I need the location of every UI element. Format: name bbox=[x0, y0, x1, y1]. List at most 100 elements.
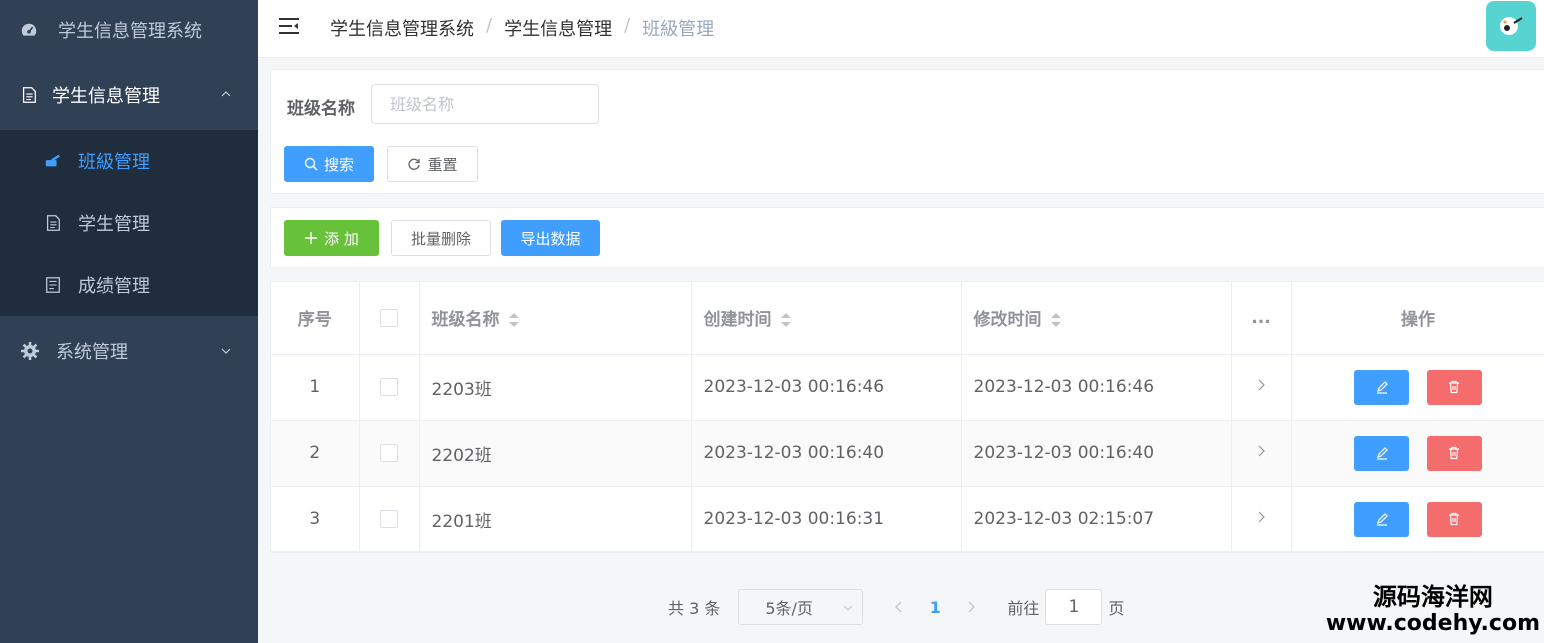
table-row: 3 2201班 2023-12-03 00:16:31 2023-12-03 0… bbox=[271, 486, 1544, 553]
goto-page-input[interactable] bbox=[1045, 589, 1103, 625]
dashboard-icon bbox=[21, 23, 37, 36]
breadcrumb-separator: / bbox=[624, 15, 631, 36]
class-table: 序号 班级名称 创建时间 修改时间 ... 操作 1 2203班 2023-12… bbox=[270, 281, 1544, 553]
document-icon bbox=[22, 87, 36, 103]
breadcrumb-current: 班級管理 bbox=[642, 19, 715, 40]
page-size-select[interactable]: 5条/页 bbox=[738, 589, 864, 625]
chevron-right-icon[interactable] bbox=[1256, 378, 1266, 392]
table-header-row: 序号 班级名称 创建时间 修改时间 ... 操作 bbox=[271, 282, 1544, 355]
trash-icon bbox=[1449, 380, 1460, 394]
sidebar-item-label: 学生管理 bbox=[78, 214, 150, 235]
goto-label: 前往 bbox=[1007, 599, 1040, 618]
edit-icon bbox=[1376, 513, 1388, 526]
edit-button[interactable] bbox=[1354, 435, 1410, 471]
chevron-left-icon bbox=[895, 601, 902, 613]
gear-icon bbox=[21, 342, 39, 360]
avatar-image bbox=[1500, 17, 1523, 35]
batch-delete-button[interactable]: 批量删除 bbox=[391, 220, 491, 256]
sidebar-menu-student-info[interactable]: 学生信息管理 bbox=[0, 60, 258, 130]
file-icon bbox=[46, 215, 60, 231]
sidebar-brand[interactable]: 学生信息管理系统 bbox=[0, 0, 258, 60]
cell-modified: 2023-12-03 00:16:40 bbox=[961, 420, 1232, 487]
watermark: 源码海洋网 www.codehy.com bbox=[1326, 583, 1540, 637]
column-header-name[interactable]: 班级名称 bbox=[419, 282, 692, 355]
search-panel: 班级名称 搜索 重置 bbox=[270, 69, 1544, 194]
cell-created: 2023-12-03 00:16:46 bbox=[691, 354, 962, 421]
next-page-button[interactable] bbox=[959, 589, 983, 625]
breadcrumb-item[interactable]: 学生信息管理系统 bbox=[330, 15, 474, 41]
select-all-checkbox[interactable] bbox=[380, 308, 398, 327]
cell-created: 2023-12-03 00:16:31 bbox=[691, 486, 962, 553]
delete-button[interactable] bbox=[1426, 369, 1482, 405]
sort-icon[interactable] bbox=[508, 311, 520, 329]
toolbar-panel: 添 加 批量删除 导出数据 bbox=[270, 207, 1544, 268]
column-header-select bbox=[359, 282, 420, 355]
batch-delete-label: 批量删除 bbox=[410, 229, 471, 248]
cell-actions bbox=[1291, 354, 1544, 421]
class-icon bbox=[45, 154, 61, 167]
breadcrumb-item[interactable]: 学生信息管理 bbox=[504, 15, 612, 41]
sidebar-item-class[interactable]: 班級管理 bbox=[0, 130, 258, 192]
cell-expand bbox=[1231, 420, 1292, 487]
edit-button[interactable] bbox=[1354, 369, 1410, 405]
sidebar-menu-system[interactable]: 系统管理 bbox=[0, 316, 258, 386]
row-checkbox[interactable] bbox=[380, 378, 398, 396]
row-checkbox[interactable] bbox=[380, 444, 398, 462]
table-row: 1 2203班 2023-12-03 00:16:46 2023-12-03 0… bbox=[271, 354, 1544, 421]
sidebar-system-label: 系统管理 bbox=[56, 342, 128, 363]
report-icon bbox=[46, 277, 60, 293]
sidebar-item-label: 班級管理 bbox=[78, 152, 150, 173]
chevron-down-icon bbox=[843, 605, 853, 611]
sidebar: 学生信息管理系统 学生信息管理 班級管理 学生管理 成绩管理 系统管理 bbox=[0, 0, 258, 643]
edit-button[interactable] bbox=[1354, 501, 1410, 537]
cell-name: 2203班 bbox=[419, 354, 692, 421]
cell-actions bbox=[1291, 486, 1544, 553]
sort-icon[interactable] bbox=[1050, 311, 1062, 329]
delete-button[interactable] bbox=[1426, 435, 1482, 471]
cell-select bbox=[359, 354, 420, 421]
top-header: 学生信息管理系统 / 学生信息管理 / 班級管理 bbox=[258, 0, 1544, 58]
export-button-label: 导出数据 bbox=[520, 229, 581, 248]
row-checkbox[interactable] bbox=[380, 510, 398, 528]
hamburger-icon[interactable] bbox=[278, 15, 300, 37]
class-name-input[interactable] bbox=[371, 84, 599, 124]
search-button-label: 搜索 bbox=[323, 155, 354, 174]
page-number-current[interactable]: 1 bbox=[911, 598, 959, 617]
pagination-total: 共 3 条 bbox=[668, 599, 721, 618]
breadcrumb-separator: / bbox=[486, 15, 493, 36]
brand-title: 学生信息管理系统 bbox=[58, 21, 202, 42]
cell-expand bbox=[1231, 354, 1292, 421]
chevron-right-icon[interactable] bbox=[1256, 444, 1266, 458]
edit-icon bbox=[1376, 381, 1388, 394]
cell-name: 2202班 bbox=[419, 420, 692, 487]
chevron-right-icon[interactable] bbox=[1256, 510, 1266, 524]
search-button[interactable]: 搜索 bbox=[284, 146, 374, 182]
sidebar-item-student[interactable]: 学生管理 bbox=[0, 192, 258, 254]
sort-icon[interactable] bbox=[780, 311, 792, 329]
sidebar-item-label: 成绩管理 bbox=[78, 276, 150, 297]
refresh-icon bbox=[408, 158, 421, 170]
sidebar-submenu: 班級管理 学生管理 成绩管理 bbox=[0, 130, 258, 316]
sidebar-item-grades[interactable]: 成绩管理 bbox=[0, 254, 258, 316]
page-unit-label: 页 bbox=[1108, 599, 1125, 618]
reset-button[interactable]: 重置 bbox=[387, 146, 478, 182]
plus-icon bbox=[305, 232, 318, 244]
export-button[interactable]: 导出数据 bbox=[501, 220, 600, 256]
cell-index: 3 bbox=[271, 486, 360, 553]
column-header-created[interactable]: 创建时间 bbox=[691, 282, 962, 355]
table-row: 2 2202班 2023-12-03 00:16:40 2023-12-03 0… bbox=[271, 420, 1544, 487]
column-header-index: 序号 bbox=[271, 282, 360, 355]
column-header-name-label: 班级名称 bbox=[431, 310, 500, 331]
avatar[interactable] bbox=[1486, 1, 1536, 51]
trash-icon bbox=[1449, 512, 1460, 526]
chevron-up-icon bbox=[221, 91, 231, 97]
prev-page-button[interactable] bbox=[887, 589, 911, 625]
delete-button[interactable] bbox=[1426, 501, 1482, 537]
column-header-modified[interactable]: 修改时间 bbox=[961, 282, 1232, 355]
search-icon bbox=[304, 157, 318, 171]
column-header-more: ... bbox=[1231, 282, 1292, 355]
add-button[interactable]: 添 加 bbox=[284, 220, 379, 256]
cell-name: 2201班 bbox=[419, 486, 692, 553]
pagination: 共 3 条 5条/页 1 前往 页 bbox=[668, 589, 1124, 625]
cell-created: 2023-12-03 00:16:40 bbox=[691, 420, 962, 487]
